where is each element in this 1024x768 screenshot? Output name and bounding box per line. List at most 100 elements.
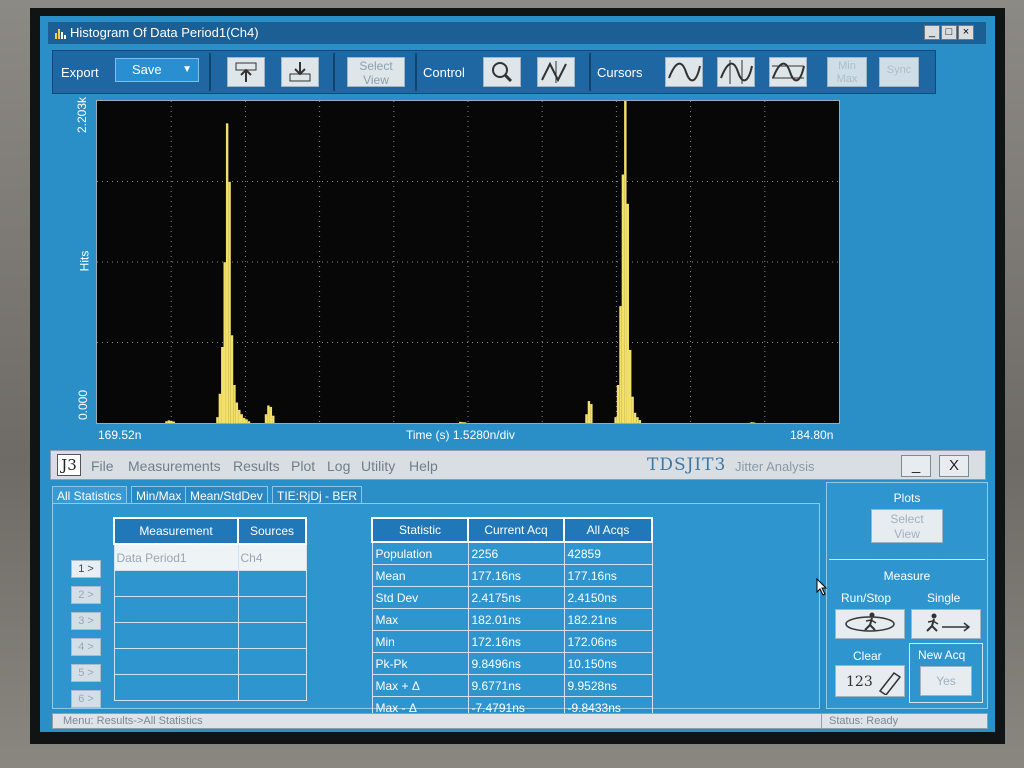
clear-button[interactable]: 123	[835, 665, 905, 697]
histogram-bar	[459, 421, 462, 423]
measurement-table: Measurement Sources Data Period1 Ch4	[113, 517, 307, 701]
row-select-button-6[interactable]: 6 >	[71, 690, 101, 708]
table-row: Pk-Pk 9.8496ns 10.150ns	[371, 652, 653, 675]
brand-subtitle: Jitter Analysis	[735, 459, 815, 474]
histogram-bar	[587, 401, 591, 423]
cursor-vertical-button[interactable]	[717, 57, 755, 87]
histogram-toolbar: Export Save ▼ Select View Control Cursors	[52, 50, 936, 94]
table-row[interactable]	[113, 570, 307, 597]
minmax-cursor-button[interactable]: Min Max	[827, 57, 867, 87]
row-select-button-2[interactable]: 2 >	[71, 586, 101, 604]
x-axis-max-label: 184.80n	[790, 428, 834, 442]
statistic-header: Statistic	[371, 517, 469, 543]
menu-results[interactable]: Results	[233, 458, 280, 474]
zoom-to-top-button[interactable]	[227, 57, 265, 87]
tab-min-max[interactable]: Min/Max	[131, 486, 187, 504]
window-close-button[interactable]: ×	[958, 25, 974, 40]
zoom-button[interactable]	[483, 57, 521, 87]
menu-plot[interactable]: Plot	[291, 458, 315, 474]
histogram-bars	[165, 86, 756, 424]
histogram-app-icon	[55, 29, 66, 39]
menu-log[interactable]: Log	[327, 458, 350, 474]
select-view-button[interactable]: Select View	[347, 57, 405, 87]
histogram-bar	[225, 123, 229, 424]
histogram-bar	[245, 419, 248, 423]
histogram-bar	[628, 349, 632, 423]
histogram-bar	[267, 405, 270, 423]
histogram-bar	[272, 415, 275, 423]
menu-utility[interactable]: Utility	[361, 458, 395, 474]
histogram-bar	[216, 417, 219, 423]
table-row[interactable]	[113, 596, 307, 623]
status-divider	[821, 714, 822, 728]
histogram-svg	[97, 86, 839, 424]
histogram-bar	[461, 422, 464, 423]
row-select-button-3[interactable]: 3 >	[71, 612, 101, 630]
app-close-button[interactable]: X	[939, 455, 969, 477]
zoom-to-bottom-button[interactable]	[281, 57, 319, 87]
cursor-off-button[interactable]	[665, 57, 703, 87]
histogram-bar	[233, 385, 236, 423]
toolbar-divider	[333, 53, 335, 91]
histogram-bar	[752, 422, 756, 423]
runner-loop-icon	[845, 612, 895, 632]
table-row[interactable]	[113, 622, 307, 649]
histogram-bar	[218, 393, 222, 423]
new-acq-group: New Acq Yes	[909, 643, 983, 703]
save-label: Save	[132, 62, 162, 77]
table-row[interactable]	[113, 648, 307, 675]
arrow-down-to-bar-icon	[289, 62, 311, 82]
magnifier-icon	[492, 62, 513, 83]
sine-vertical-cursors-icon	[720, 60, 753, 84]
table-row[interactable]	[113, 674, 307, 701]
row-select-button-1[interactable]: 1 >	[71, 560, 101, 578]
table-row: Max 182.01ns 182.21ns	[371, 608, 653, 631]
new-acq-yes-button[interactable]: Yes	[920, 666, 972, 696]
sync-cursor-button[interactable]: Sync	[879, 57, 919, 87]
table-row: Population 2256 42859	[371, 541, 653, 565]
single-button[interactable]	[911, 609, 981, 639]
row-select-button-4[interactable]: 4 >	[71, 638, 101, 656]
measurement-header: Measurement	[113, 517, 239, 545]
statistics-table: Statistic Current Acq All Acqs Populatio…	[371, 517, 653, 719]
histogram-bar	[170, 420, 173, 423]
x-axis-label: Time (s) 1.5280n/div	[406, 428, 515, 442]
export-label: Export	[61, 65, 99, 80]
row-select-button-5[interactable]: 5 >	[71, 664, 101, 682]
table-row[interactable]: Data Period1 Ch4	[113, 543, 307, 571]
histogram-bar	[228, 181, 231, 423]
menu-help[interactable]: Help	[409, 458, 438, 474]
status-state: Status: Ready	[829, 715, 899, 727]
app-minimize-button[interactable]: _	[901, 455, 931, 477]
pan-waveform-button[interactable]	[537, 57, 575, 87]
histogram-bar	[269, 406, 273, 423]
menu-file[interactable]: File	[91, 458, 114, 474]
tab-tie-rjdj-ber[interactable]: TIE:RjDj - BER	[272, 486, 363, 504]
cursor-horizontal-button[interactable]	[769, 57, 807, 87]
clear-counter-text: 123	[846, 674, 873, 690]
histogram-bar	[585, 414, 588, 423]
histogram-plot[interactable]	[96, 86, 840, 424]
run-stop-button[interactable]	[835, 609, 905, 639]
histogram-bar	[590, 404, 593, 423]
histogram-bar	[614, 417, 617, 423]
mouse-pointer-icon	[816, 578, 828, 596]
table-row: Min 172.16ns 172.06ns	[371, 630, 653, 653]
runner-arrow-icon	[926, 613, 971, 632]
histogram-bar	[463, 422, 467, 423]
histogram-bar	[624, 86, 627, 423]
brand-title: TDSJIT3	[647, 455, 727, 475]
control-side-panel: Plots Select View Measure Run/Stop Single…	[826, 482, 988, 709]
current-acq-header: Current Acq	[467, 517, 565, 543]
window-maximize-button[interactable]: □	[941, 25, 957, 40]
new-acq-label: New Acq	[918, 648, 966, 662]
tab-all-statistics[interactable]: All Statistics	[52, 486, 127, 504]
plots-select-view-button[interactable]: Select View	[871, 509, 943, 543]
histogram-bar	[238, 409, 241, 423]
window-minimize-button[interactable]: _	[924, 25, 940, 40]
y-axis-label: Hits	[77, 250, 92, 272]
tab-mean-stddev[interactable]: Mean/StdDev	[185, 486, 268, 504]
menu-measurements[interactable]: Measurements	[128, 458, 221, 474]
histogram-window-titlebar[interactable]: Histogram Of Data Period1(Ch4) _ □ ×	[48, 22, 986, 44]
save-dropdown[interactable]: Save ▼	[115, 58, 199, 82]
